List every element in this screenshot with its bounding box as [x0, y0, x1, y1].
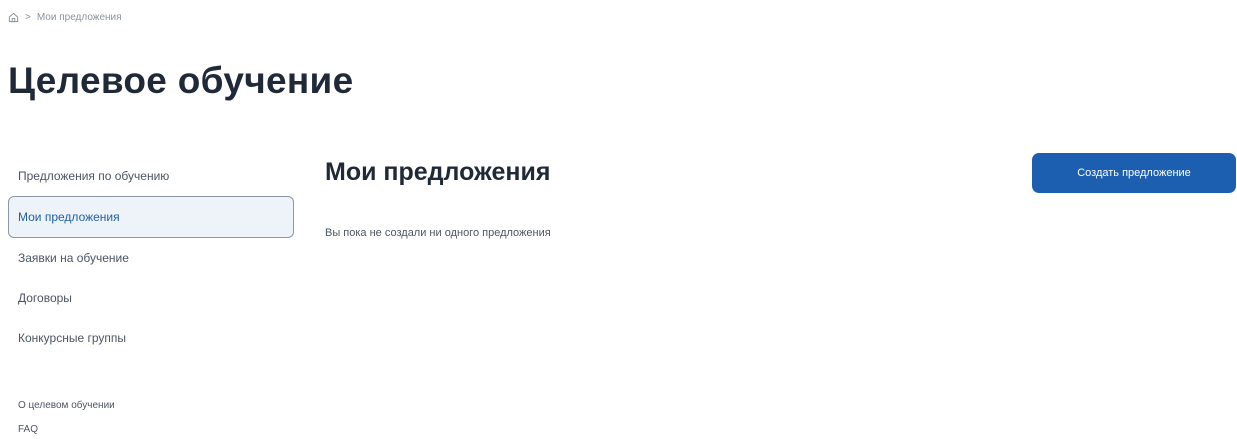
- page: > Мои предложения Целевое обучение Предл…: [0, 0, 1237, 439]
- create-offer-button[interactable]: Создать предложение: [1032, 153, 1236, 193]
- content-title: Мои предложения: [325, 158, 551, 186]
- sidebar-link-about[interactable]: О целевом обучении: [8, 400, 115, 411]
- sidebar-item-my-offers[interactable]: Мои предложения: [8, 196, 294, 238]
- sidebar-item-contracts[interactable]: Договоры: [8, 278, 294, 318]
- sidebar-link-faq[interactable]: FAQ: [8, 424, 38, 435]
- breadcrumb: > Мои предложения: [8, 12, 122, 23]
- sidebar: Предложения по обучению Мои предложения …: [8, 156, 294, 358]
- home-icon[interactable]: [8, 12, 19, 23]
- empty-state-message: Вы пока не создали ни одного предложения: [325, 227, 551, 239]
- breadcrumb-separator: >: [25, 12, 31, 23]
- breadcrumb-current: Мои предложения: [36, 12, 122, 23]
- sidebar-item-competitive-groups[interactable]: Конкурсные группы: [8, 318, 294, 358]
- sidebar-item-training-applications[interactable]: Заявки на обучение: [8, 238, 294, 278]
- sidebar-item-training-offers[interactable]: Предложения по обучению: [8, 156, 294, 196]
- page-title: Целевое обучение: [8, 60, 354, 101]
